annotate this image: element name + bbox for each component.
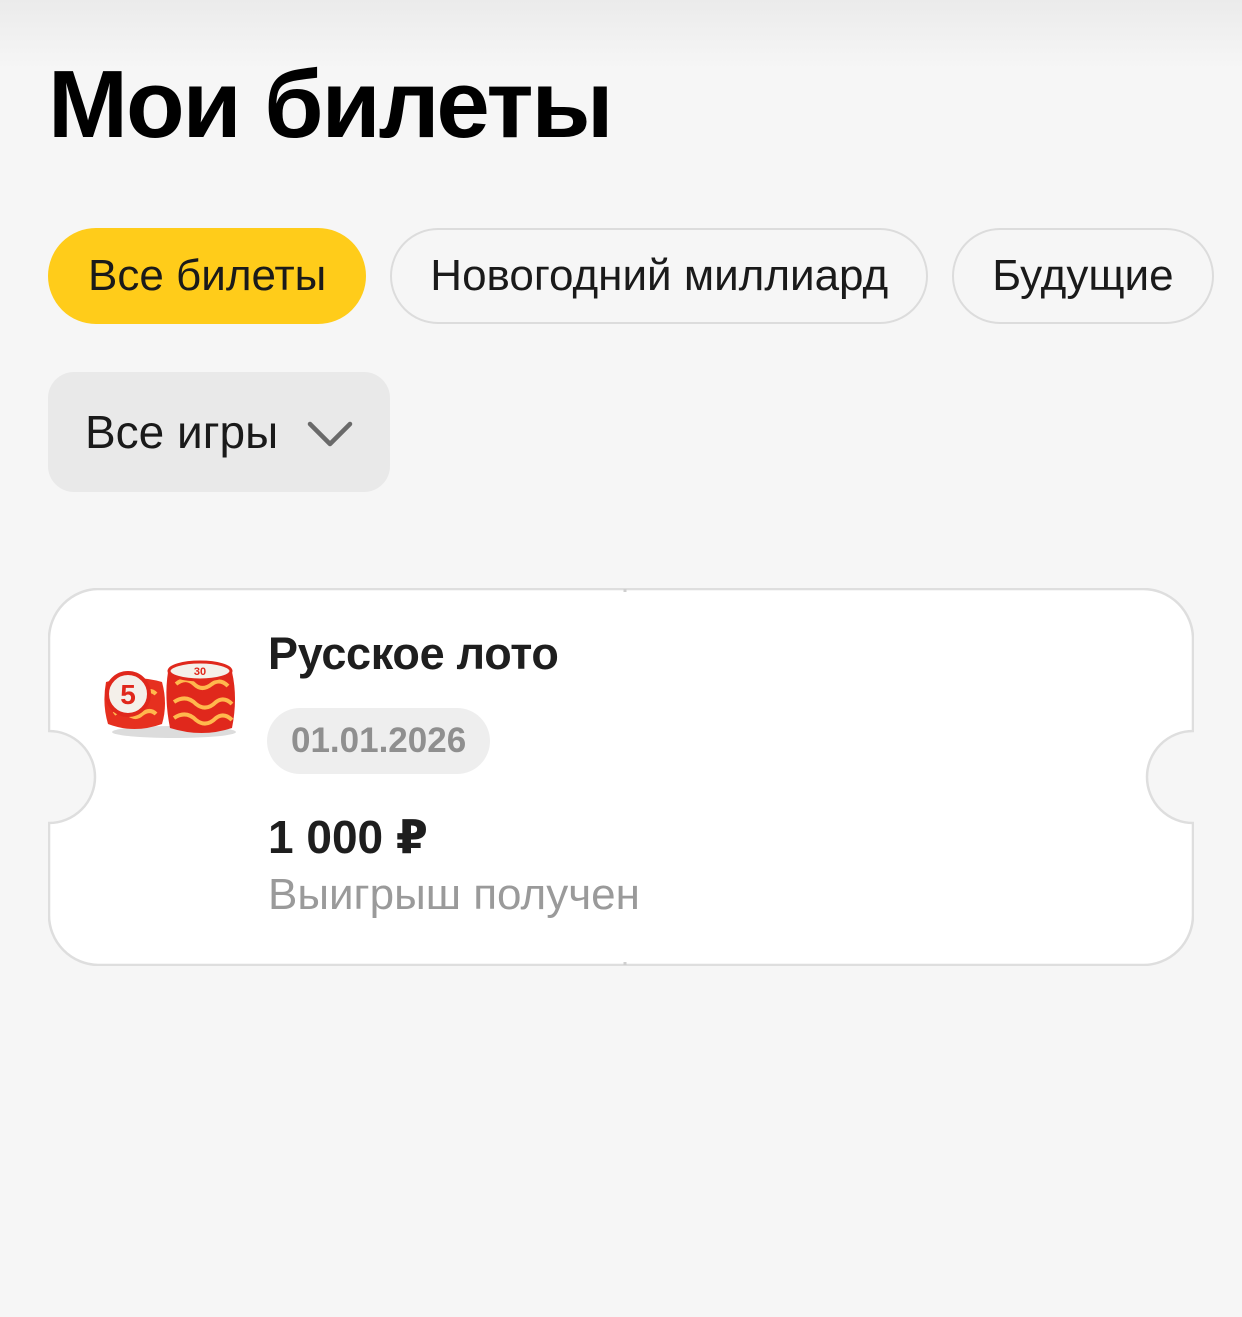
ticket-draw-date-badge: 01.01.2026 (267, 708, 491, 774)
logo-number-5: 5 (120, 679, 136, 710)
ticket-game-name: Русское лото (268, 628, 559, 679)
games-filter-label: Все игры (85, 406, 279, 458)
chevron-down-icon (307, 421, 353, 447)
tab-upcoming[interactable]: Будущие (952, 228, 1214, 324)
logo-number-30: 30 (194, 666, 206, 678)
russian-loto-logo: 30 5 (104, 660, 236, 738)
tab-all-tickets[interactable]: Все билеты (48, 228, 367, 324)
ticket-win-amount: 1 000 ₽ (268, 811, 428, 863)
ticket-card[interactable]: 30 5 Русское лото 01.01.2026 1 000 ₽ Выи… (48, 588, 1194, 966)
games-filter-dropdown[interactable]: Все игры (48, 372, 390, 492)
page-title: Мои билеты (48, 51, 613, 158)
ticket-tabs: Все билеты Новогодний миллиард Будущие (48, 228, 1242, 324)
ticket-status: Выигрыш получен (268, 870, 640, 919)
tab-new-year-billion[interactable]: Новогодний миллиард (390, 228, 929, 324)
